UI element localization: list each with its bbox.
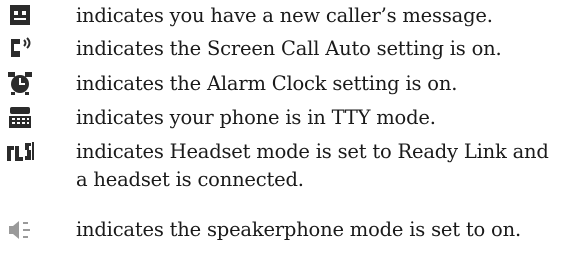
legend-text: indicates you have a new caller’s messag…	[76, 4, 493, 27]
legend-row-ready-link-headset: indicates Headset mode is set to Ready L…	[0, 138, 561, 194]
speakerphone-icon	[6, 217, 36, 243]
legend-row-tty-mode: indicates your phone is in TTY mode.	[0, 104, 561, 132]
legend-text: indicates the speakerphone mode is set t…	[76, 218, 521, 241]
legend-row-alarm-clock: indicates the Alarm Clock setting is on.	[0, 70, 561, 98]
legend-row-screen-call-auto: indicates the Screen Call Auto setting i…	[0, 35, 561, 63]
ready-link-headset-icon	[6, 139, 36, 165]
legend-text: indicates Headset mode is set to Ready L…	[76, 140, 549, 191]
legend-text: indicates the Screen Call Auto setting i…	[76, 37, 502, 60]
status-icon-legend: indicates you have a new caller’s messag…	[0, 0, 561, 257]
screen-call-auto-icon	[6, 36, 36, 62]
legend-text: indicates your phone is in TTY mode.	[76, 106, 436, 129]
tty-mode-icon	[6, 105, 36, 131]
new-caller-message-icon	[6, 3, 36, 29]
legend-row-speakerphone: indicates the speakerphone mode is set t…	[0, 216, 561, 244]
alarm-clock-icon	[6, 71, 36, 97]
legend-row-new-message: indicates you have a new caller’s messag…	[0, 2, 561, 30]
legend-text: indicates the Alarm Clock setting is on.	[76, 72, 458, 95]
